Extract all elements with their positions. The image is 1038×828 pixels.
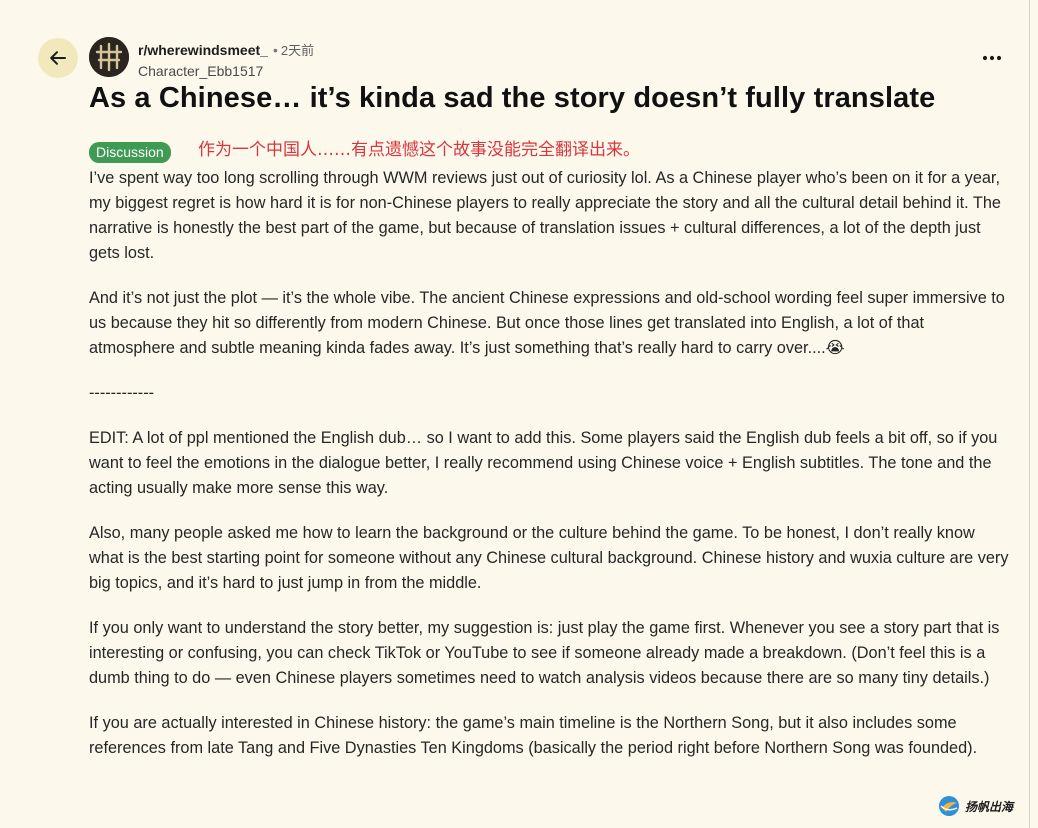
post-title: As a Chinese… it’s kinda sad the story d… bbox=[89, 82, 936, 114]
body-paragraph: If you only want to understand the story… bbox=[89, 619, 1000, 687]
meta-row: r/wherewindsmeet_ • 2天前 bbox=[138, 40, 314, 61]
body-paragraph: Also, many people asked me how to learn … bbox=[89, 524, 1009, 592]
watermark: 扬帆出海 bbox=[937, 794, 1013, 818]
post-time: 2天前 bbox=[280, 43, 315, 58]
body-divider: ------------ bbox=[89, 384, 155, 402]
subreddit-link[interactable]: r/wherewindsmeet_ bbox=[138, 42, 268, 58]
body-paragraph: I’ve spent way too long scrolling throug… bbox=[89, 169, 1001, 262]
more-horizontal-icon bbox=[982, 55, 1002, 61]
post-body: I’ve spent way too long scrolling throug… bbox=[89, 166, 1011, 781]
watermark-text: 扬帆出海 bbox=[965, 799, 1014, 814]
body-paragraph: If you are actually interested in Chines… bbox=[89, 714, 978, 757]
subreddit-avatar[interactable] bbox=[89, 37, 129, 77]
back-button[interactable] bbox=[38, 38, 78, 78]
subreddit-logo-icon bbox=[89, 37, 129, 77]
globe-logo-icon bbox=[939, 796, 959, 816]
meta-separator: • bbox=[272, 42, 278, 58]
arrow-left-icon bbox=[50, 51, 66, 65]
post-flair[interactable]: Discussion bbox=[89, 142, 171, 163]
author-link[interactable]: Character_Ebb1517 bbox=[138, 61, 314, 81]
title-translation-annotation: 作为一个中国人……有点遗憾这个故事没能完全翻译出来。 bbox=[198, 140, 640, 160]
more-options-button[interactable] bbox=[974, 46, 1010, 70]
body-paragraph: And it’s not just the plot — it’s the wh… bbox=[89, 289, 1005, 357]
body-paragraph: EDIT: A lot of ppl mentioned the English… bbox=[89, 429, 998, 497]
post-meta: r/wherewindsmeet_ • 2天前 Character_Ebb1517 bbox=[138, 40, 314, 81]
